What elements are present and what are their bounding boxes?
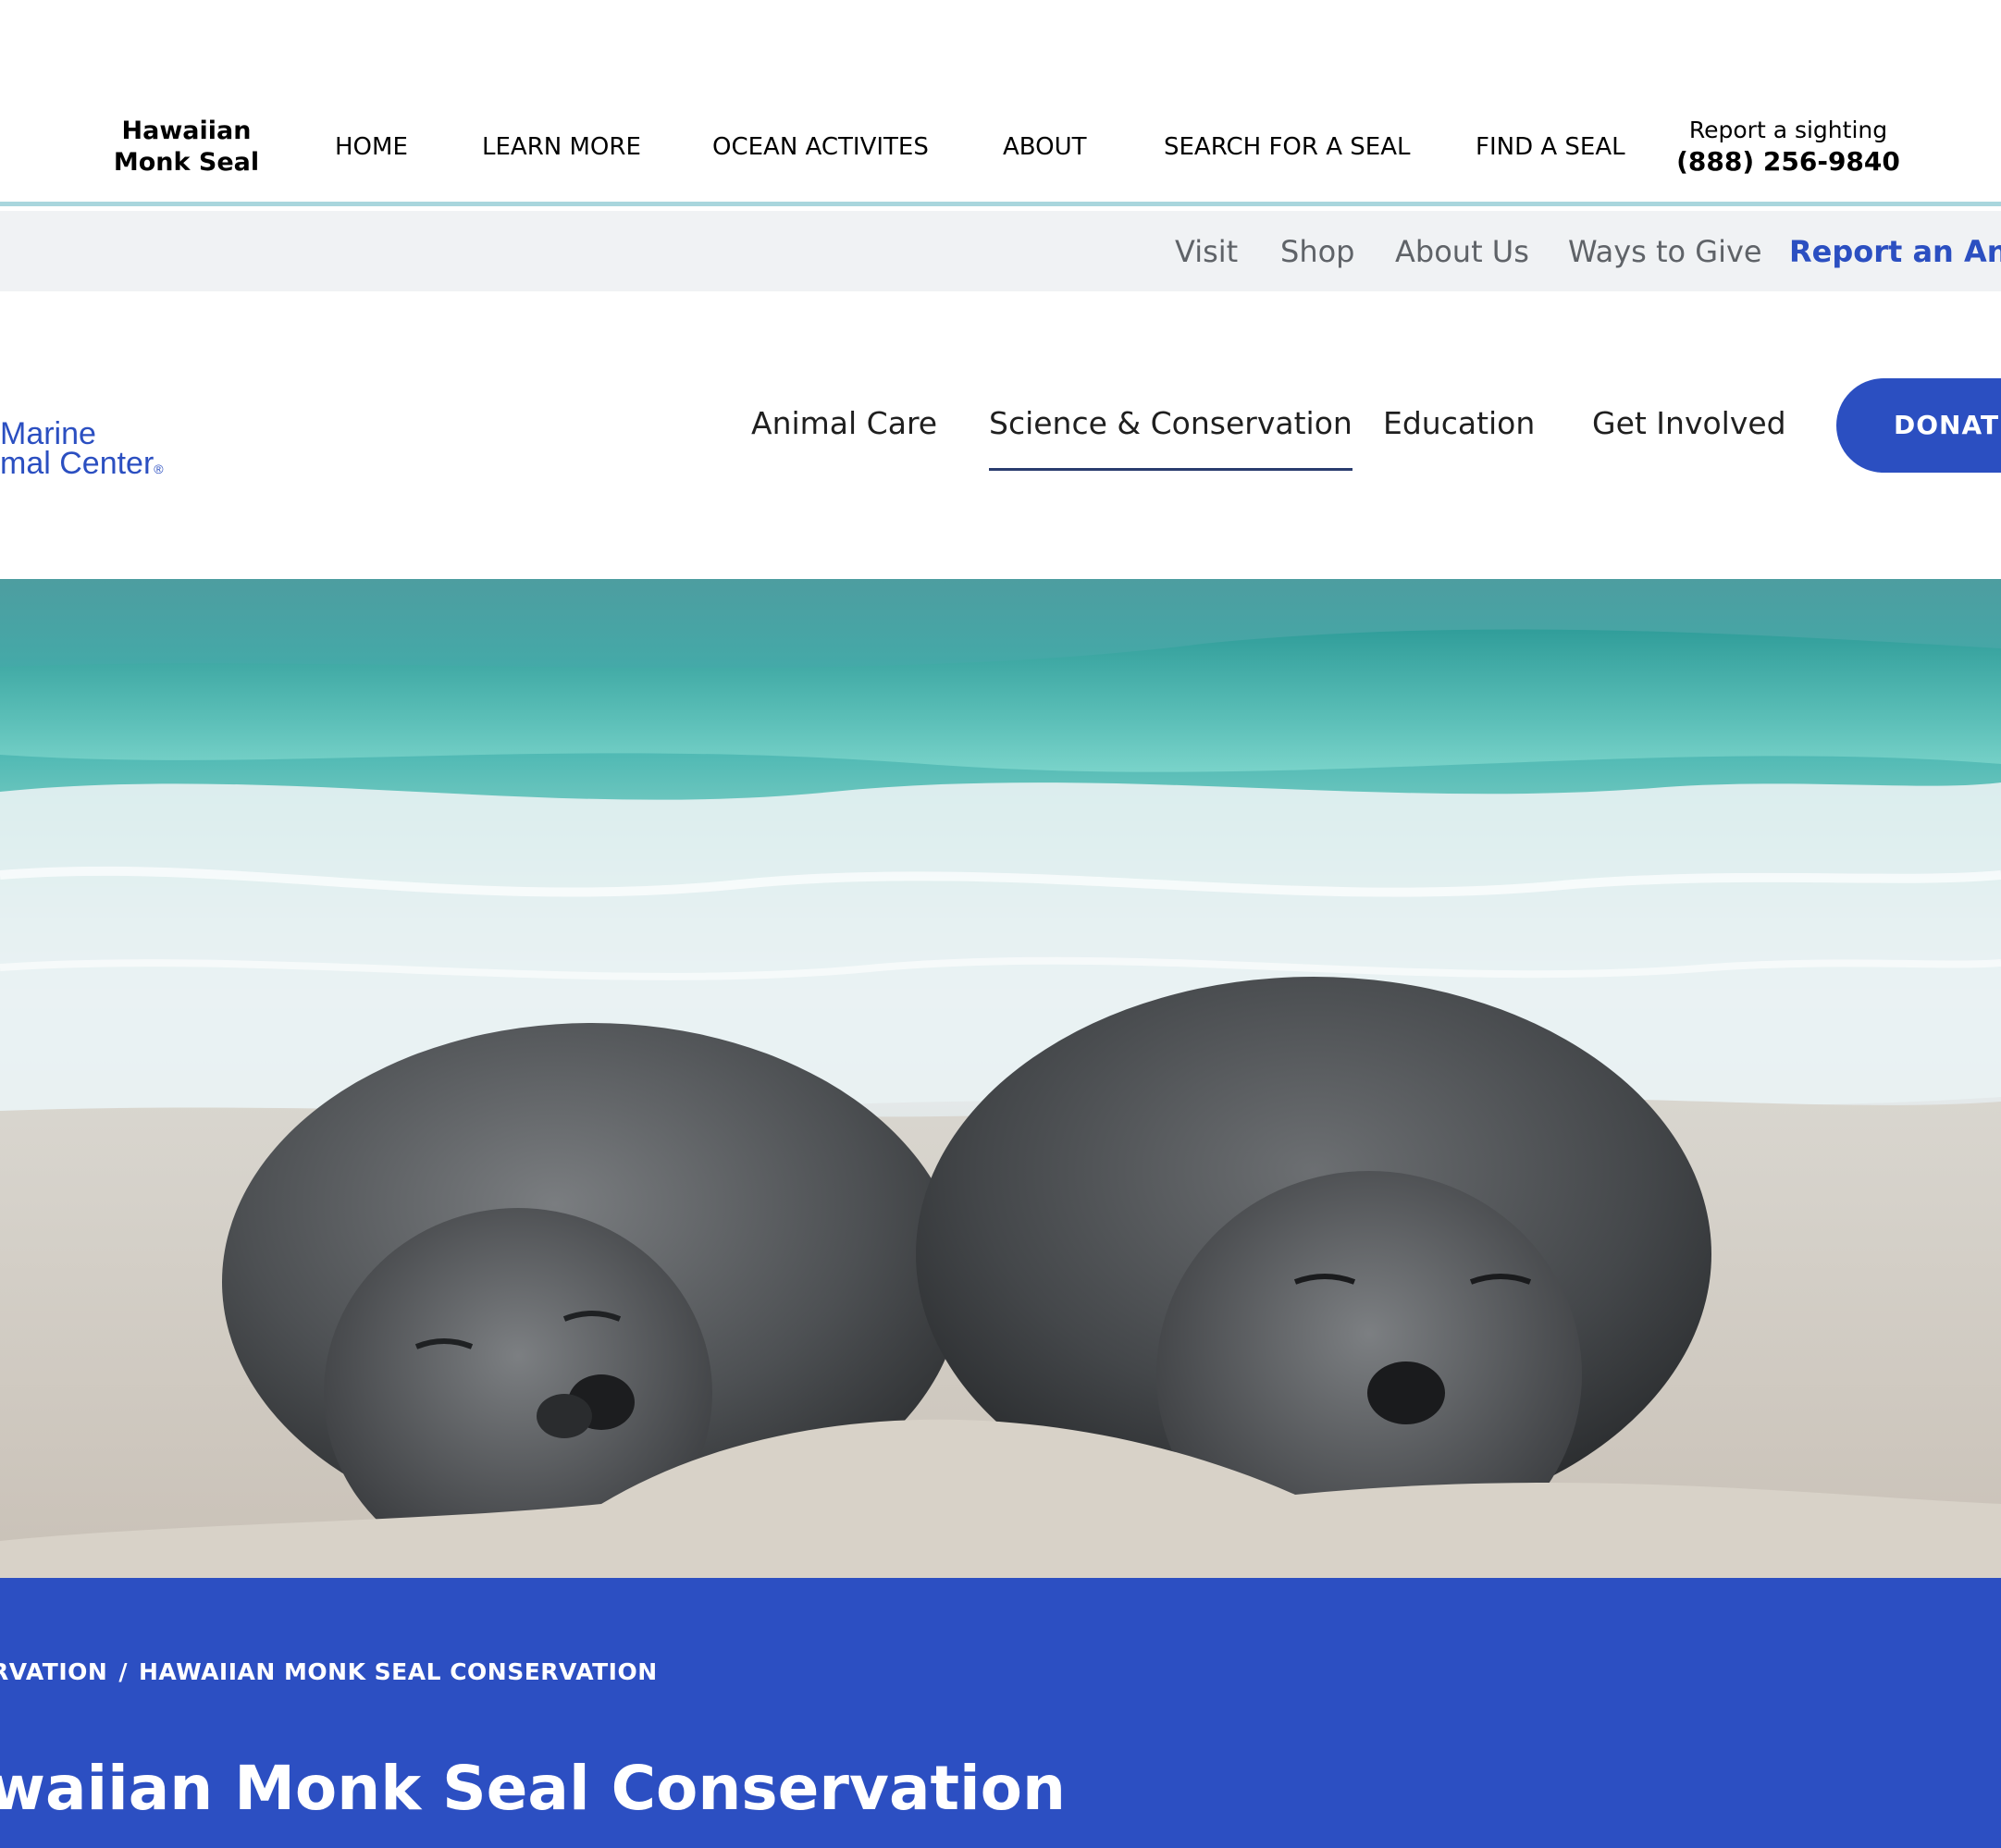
top-nav-find-a-seal[interactable]: FIND A SEAL [1476,131,1625,163]
top-nav-learn-more[interactable]: LEARN MORE [482,131,641,163]
breadcrumb-current: HAWAIIAN MONK SEAL CONSERVATION [138,1658,658,1685]
top-header: Hawaiian Monk Seal HOME LEARN MORE OCEAN… [0,0,2001,206]
report-sighting-phone[interactable]: (888) 256-9840 [1673,145,1904,179]
logo-registered-mark: ® [154,462,164,476]
utility-link-report-an-animal[interactable]: Report an Anim [1789,233,2001,270]
top-nav-search-for-a-seal[interactable]: SEARCH FOR A SEAL [1164,131,1410,163]
breadcrumb-parent-link[interactable]: RVATION [0,1658,107,1685]
brand-line-2: Monk Seal [113,148,260,177]
donate-button[interactable]: DONATE [1836,378,2001,473]
main-nav-animal-care[interactable]: Animal Care [751,405,937,468]
main-nav-education[interactable]: Education [1383,405,1535,468]
site-logo[interactable]: Marine mal Center® [0,416,164,484]
hero-image-monk-seals [0,579,2001,1578]
utility-bar: Visit Shop About Us Ways to Give Report … [0,211,2001,291]
utility-link-shop[interactable]: Shop [1280,233,1354,270]
page-title-band: RVATION / HAWAIIAN MONK SEAL CONSERVATION … [0,1578,2001,1848]
hero-illustration [0,579,2001,1578]
site-brand[interactable]: Hawaiian Monk Seal [93,116,280,179]
main-nav: Marine mal Center® Animal Care Science &… [0,291,2001,579]
breadcrumb-separator: / [118,1658,128,1685]
utility-link-visit[interactable]: Visit [1175,233,1238,270]
breadcrumb: RVATION / HAWAIIAN MONK SEAL CONSERVATION [0,1657,658,1687]
logo-line-1: Marine [0,416,96,451]
logo-line-2-text: mal Center [0,446,154,481]
report-sighting-label: Report a sighting [1688,117,1888,143]
brand-line-1: Hawaiian [121,117,252,145]
page-title: waiian Monk Seal Conservation [0,1753,1066,1824]
logo-line-2: mal Center® [0,446,164,484]
utility-link-ways-to-give[interactable]: Ways to Give [1568,233,1762,270]
report-sighting[interactable]: Report a sighting (888) 256-9840 [1673,116,1904,179]
main-nav-science-conservation[interactable]: Science & Conservation [989,405,1353,471]
utility-link-about-us[interactable]: About Us [1395,233,1529,270]
top-nav-about[interactable]: ABOUT [1003,131,1087,163]
main-nav-get-involved[interactable]: Get Involved [1592,405,1786,468]
top-nav-home[interactable]: HOME [335,131,408,163]
top-nav-ocean-activities[interactable]: OCEAN ACTIVITES [712,131,929,163]
